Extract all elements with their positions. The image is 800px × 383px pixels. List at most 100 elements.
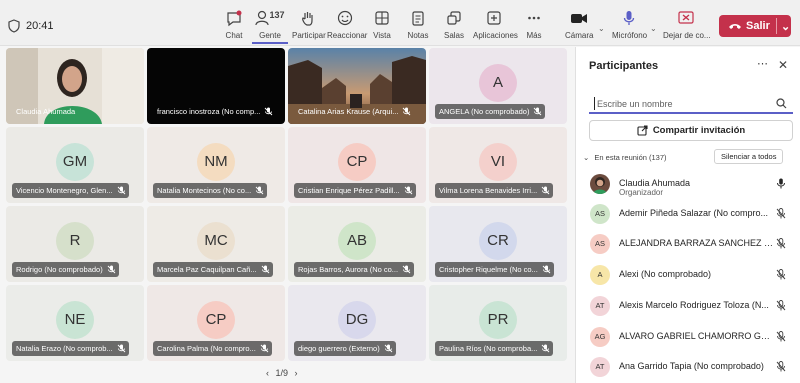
people-button[interactable]: 137 Gente xyxy=(252,10,288,44)
video-tile[interactable]: A ANGELA (No comprobado) xyxy=(429,48,567,124)
participant-row[interactable]: AT Alexis Marcelo Rodriguez Toloza (N... xyxy=(590,296,790,318)
video-tile[interactable]: Claudia Ahumada xyxy=(6,48,144,124)
video-tile[interactable]: AB Rojas Barros, Aurora (No co... xyxy=(288,206,426,282)
participant-name: francisco inostroza (No comp... xyxy=(157,107,261,116)
participant-name: Cristian Enrique Pérez Padill... xyxy=(298,186,400,195)
participants-panel: Participantes ⋯ ✕ Escribe un nombre Comp… xyxy=(575,47,800,383)
mic-options-chevron-icon[interactable]: ⌄ xyxy=(650,24,657,33)
mic-off-icon xyxy=(117,186,125,195)
leave-options-chevron-icon[interactable]: ⌄ xyxy=(781,20,790,33)
stop-share-icon xyxy=(678,11,694,24)
mic-off-icon xyxy=(403,107,411,116)
previous-page-icon[interactable]: ‹ xyxy=(266,368,269,378)
more-options-icon[interactable]: ⋯ xyxy=(757,57,768,70)
mic-off-icon xyxy=(776,361,786,372)
mic-off-icon xyxy=(117,344,126,353)
apps-button[interactable]: Aplicaciones xyxy=(473,10,518,44)
video-tile[interactable]: CP Carolina Palma (No compro... xyxy=(147,285,285,361)
video-tile[interactable]: VI Vilma Lorena Benavides Irri... xyxy=(429,127,567,203)
participant-row[interactable]: AS ALEJANDRA BARRAZA SANCHEZ (... xyxy=(590,234,790,256)
participant-row[interactable]: AS Ademir Piñeda Salazar (No compro... xyxy=(590,204,790,226)
avatar: AS xyxy=(590,234,610,254)
leave-button[interactable]: Salir ⌄ xyxy=(719,15,791,37)
participant-row[interactable]: Claudia Ahumada Organizador xyxy=(590,174,790,197)
participant-name: Vicencio Montenegro, Glen... xyxy=(16,186,113,195)
avatar: MC xyxy=(197,222,235,260)
avatar: GM xyxy=(56,143,94,181)
avatar: AG xyxy=(590,327,610,347)
participant-name: Rojas Barros, Aurora (No co... xyxy=(298,265,399,274)
participant-name: Ana Garrido Tapia (No comprobado) xyxy=(619,361,764,371)
page-indicator: 1/9 xyxy=(275,368,289,378)
raise-hand-icon xyxy=(302,12,313,26)
camera-options-chevron-icon[interactable]: ⌄ xyxy=(598,24,605,33)
people-icon xyxy=(255,10,270,26)
mic-off-icon xyxy=(260,344,269,353)
meeting-timer: 20:41 xyxy=(26,20,54,32)
mic-off-icon xyxy=(255,186,264,195)
rooms-icon xyxy=(447,11,461,25)
panel-title: Participantes xyxy=(589,60,659,72)
mic-off-icon xyxy=(776,208,786,219)
hang-up-icon xyxy=(729,24,741,29)
close-icon[interactable]: ✕ xyxy=(778,58,788,72)
mic-off-icon xyxy=(776,238,786,249)
raise-hand-button[interactable]: Participar xyxy=(292,10,326,44)
mic-off-icon xyxy=(404,186,413,195)
video-tile[interactable]: CR Cristopher Riquelme (No co... xyxy=(429,206,567,282)
rooms-button[interactable]: Salas xyxy=(442,10,466,44)
avatar: A xyxy=(590,265,610,285)
mic-off-icon xyxy=(542,344,550,353)
video-tile[interactable]: NE Natalia Erazo (No comprob... xyxy=(6,285,144,361)
participant-name: Cristopher Riquelme (No co... xyxy=(439,265,538,274)
more-button[interactable]: Más xyxy=(522,10,546,44)
participant-name: Claudia Ahumada xyxy=(16,107,76,116)
video-tile[interactable]: GM Vicencio Montenegro, Glen... xyxy=(6,127,144,203)
avatar: PR xyxy=(479,301,517,339)
search-placeholder: Escribe un nombre xyxy=(597,99,673,109)
participant-name: Carolina Palma (No compro... xyxy=(157,344,256,353)
chevron-down-icon: ⌄ xyxy=(583,153,590,162)
participant-name: Ademir Piñeda Salazar (No compro... xyxy=(619,208,769,218)
participant-name: Alexis Marcelo Rodriguez Toloza (N... xyxy=(619,300,769,310)
participant-name: Paulina Ríos (No comproba... xyxy=(439,344,538,353)
participant-row[interactable]: AT Ana Garrido Tapia (No comprobado) xyxy=(590,357,790,379)
avatar: CP xyxy=(338,143,376,181)
mic-off-icon xyxy=(402,265,411,274)
mic-off-icon xyxy=(776,300,786,311)
chat-icon xyxy=(227,10,242,27)
video-tile[interactable]: NM Natalia Montecinos (No co... xyxy=(147,127,285,203)
participant-name: Rodrigo (No comprobado) xyxy=(16,265,103,274)
mic-off-icon xyxy=(534,107,542,116)
stop-sharing-button[interactable]: Dejar de co... xyxy=(663,10,711,44)
avatar: DG xyxy=(338,301,376,339)
notes-button[interactable]: Notas xyxy=(406,10,430,44)
participant-name: Alexi (No comprobado) xyxy=(619,269,712,279)
video-tile[interactable]: DG diego guerrero (Externo) xyxy=(288,285,426,361)
share-invite-button[interactable]: Compartir invitación xyxy=(589,120,793,141)
search-input[interactable]: Escribe un nombre xyxy=(589,94,793,114)
camera-button[interactable]: Cámara xyxy=(565,10,593,44)
video-tile[interactable]: R Rodrigo (No comprobado) xyxy=(6,206,144,282)
participant-row[interactable]: AG ALVARO GABRIEL CHAMORRO GO... xyxy=(590,327,790,349)
video-tile[interactable]: CP Cristian Enrique Pérez Padill... xyxy=(288,127,426,203)
chat-button[interactable]: Chat xyxy=(222,10,246,44)
react-button[interactable]: Reaccionar xyxy=(327,10,367,44)
video-tile[interactable]: PR Paulina Ríos (No comproba... xyxy=(429,285,567,361)
next-page-icon[interactable]: › xyxy=(295,368,298,378)
microphone-button[interactable]: Micrófono xyxy=(612,10,647,44)
participant-row[interactable]: A Alexi (No comprobado) xyxy=(590,265,790,287)
mic-icon xyxy=(777,178,785,189)
participant-name: ALVARO GABRIEL CHAMORRO GO... xyxy=(619,331,774,341)
in-meeting-section[interactable]: ⌄ En esta reunión (137) xyxy=(583,153,667,162)
participant-name: Natalia Montecinos (No co... xyxy=(157,186,252,195)
avatar: CR xyxy=(479,222,517,260)
view-button[interactable]: Vista xyxy=(370,10,394,44)
participant-name: ANGELA (No comprobado) xyxy=(439,107,530,116)
video-tile[interactable]: MC Marcela Paz Caquilpan Cañ... xyxy=(147,206,285,282)
mute-all-button[interactable]: Silenciar a todos xyxy=(714,149,784,164)
video-tile[interactable]: francisco inostroza (No comp... xyxy=(147,48,285,124)
avatar: NE xyxy=(56,301,94,339)
video-tile[interactable]: Catalina Arias Krause (Arqui... xyxy=(288,48,426,124)
mic-off-icon xyxy=(541,186,550,195)
